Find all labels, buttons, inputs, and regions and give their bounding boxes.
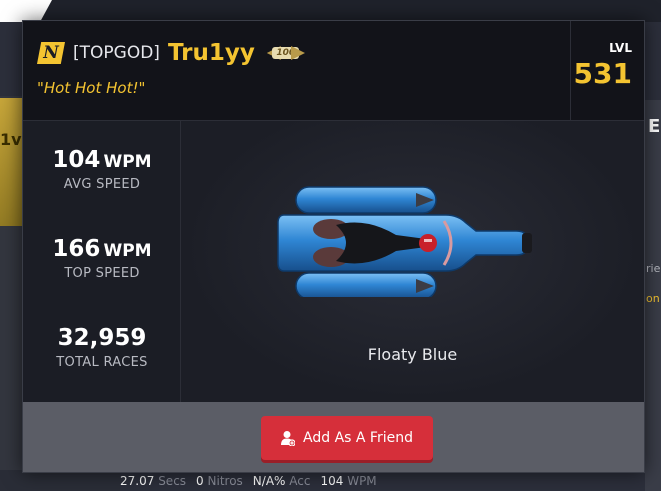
car-name: Floaty Blue	[367, 345, 458, 364]
avg-speed-label: AVG SPEED	[63, 177, 141, 192]
top-speed-value: 166	[52, 236, 101, 262]
gold-membership-badge-icon: 100	[266, 43, 305, 63]
team-tag[interactable]: [TOPGOD]	[73, 43, 160, 63]
top-speed-unit: WPM	[103, 241, 152, 261]
stat-value: 166 WPM	[23, 236, 181, 262]
race-acc-value: N/A%	[252, 474, 286, 488]
race-wpm-value: 104	[320, 474, 344, 488]
avg-speed-value: 104	[52, 147, 101, 173]
background-right-text: rie	[646, 262, 661, 275]
background-gold-panel	[0, 98, 22, 226]
total-races-label: TOTAL RACES	[56, 355, 148, 370]
total-races-value: 32,959	[57, 325, 147, 351]
add-friend-label: Add As A Friend	[303, 430, 413, 446]
racer-profile-modal: N [TOPGOD] Tru1yy 100 "Hot Hot Hot!" LVL…	[22, 20, 645, 473]
racer-quote: "Hot Hot Hot!"	[37, 79, 146, 97]
background-gold-text: 1v	[0, 130, 22, 149]
race-wpm-label: WPM	[347, 474, 377, 488]
add-user-icon	[281, 430, 296, 447]
background-right-heading: E	[648, 116, 661, 137]
top-speed-label: TOP SPEED	[64, 266, 140, 281]
profile-footer: Add As A Friend	[23, 402, 644, 472]
race-nitros-label: Nitros	[207, 474, 243, 488]
racer-identity: N [TOPGOD] Tru1yy 100	[37, 40, 305, 66]
race-secs-value: 27.07	[120, 474, 155, 488]
race-secs-label: Secs	[158, 474, 187, 488]
background-bottom-strip	[0, 470, 120, 491]
level-label: LVL	[609, 41, 632, 55]
level-value: 531	[573, 57, 632, 90]
stat-avg-speed: 104 WPM AVG SPEED	[23, 147, 181, 192]
stat-total-races: 32,959 TOTAL RACES	[23, 325, 181, 370]
stat-value: 32,959	[23, 325, 181, 351]
race-acc-label: Acc	[289, 474, 311, 488]
add-friend-button[interactable]: Add As A Friend	[261, 416, 433, 460]
car-image	[277, 186, 532, 297]
level-box: LVL 531	[570, 21, 644, 121]
racer-username: Tru1yy	[167, 40, 255, 66]
stat-value: 104 WPM	[23, 147, 181, 173]
background-right-link-text: on	[646, 292, 660, 305]
stat-top-speed: 166 WPM TOP SPEED	[23, 236, 181, 281]
nitro-type-logo-icon: N	[37, 42, 65, 64]
stats-column: 104 WPM AVG SPEED 166 WPM TOP SPEED 32,959…	[23, 121, 181, 402]
race-nitros-value: 0	[196, 474, 204, 488]
car-display: Floaty Blue	[181, 121, 644, 402]
avg-speed-unit: WPM	[103, 152, 152, 172]
background-top-dark-strip	[40, 0, 661, 22]
background-race-stats: 27.07 Secs 0 Nitros N/A% Acc 104 WPM	[120, 474, 480, 491]
profile-header: N [TOPGOD] Tru1yy 100 "Hot Hot Hot!" LVL…	[23, 21, 644, 121]
profile-body: 104 WPM AVG SPEED 166 WPM TOP SPEED 32,959…	[23, 121, 644, 402]
